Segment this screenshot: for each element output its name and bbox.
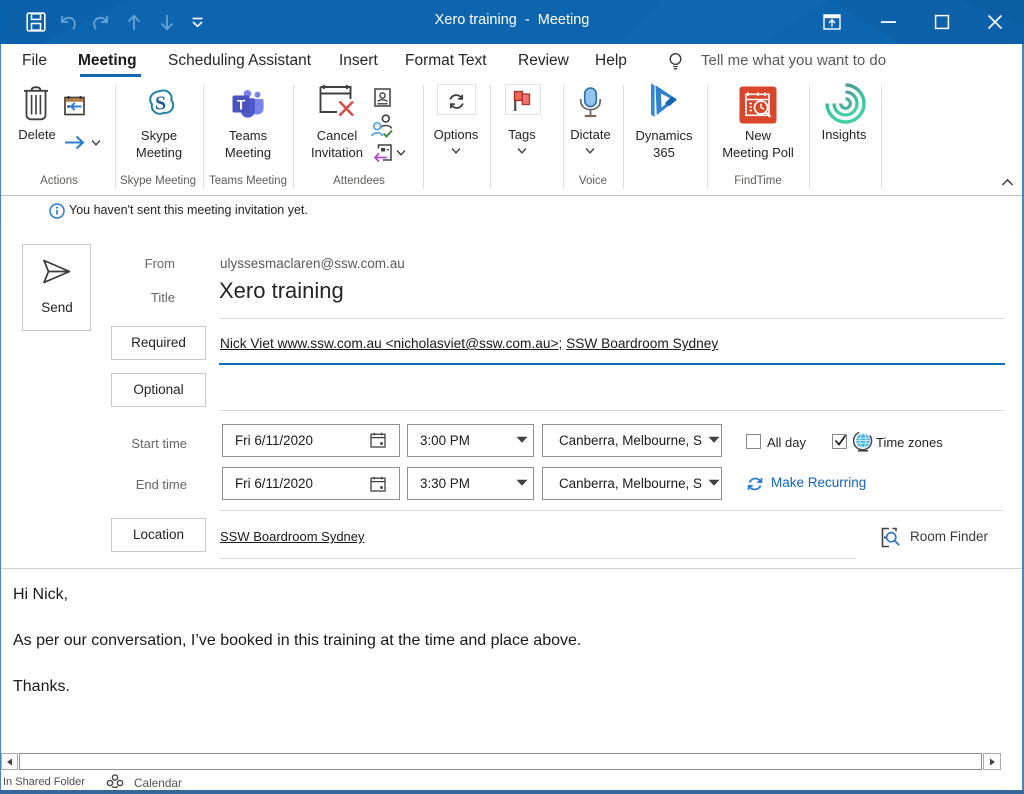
svg-text:T: T [237, 96, 246, 112]
svg-text:S: S [155, 93, 166, 115]
